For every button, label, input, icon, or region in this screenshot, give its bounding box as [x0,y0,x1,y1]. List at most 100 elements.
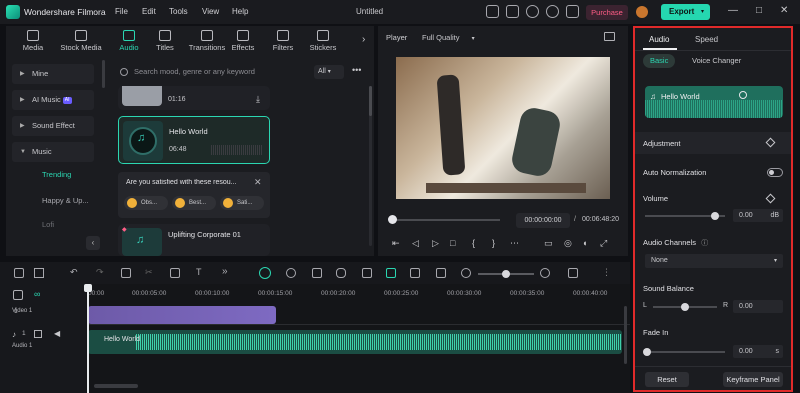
tab-titles[interactable]: Titles [142,26,188,58]
menu-grip-icon[interactable]: ⋮ [602,267,611,278]
monitor-icon[interactable]: ▭ [544,238,553,249]
sidebar-item-mine[interactable]: ▶ Mine [12,64,94,84]
tab-speed[interactable]: Speed [695,35,718,44]
menu-edit[interactable]: Edit [142,7,156,16]
volume-slider-knob[interactable] [711,212,719,220]
pip-icon[interactable] [410,268,420,278]
collapse-sidebar-button[interactable]: ‹ [86,236,100,250]
timeline-layout-icon[interactable] [568,268,578,278]
survey-option[interactable]: Best... [172,196,216,210]
keyframe-panel-button[interactable]: Keyframe Panel [723,372,783,387]
sound-balance-input[interactable]: 0.00 [733,300,783,313]
audio-clip[interactable]: Hello World [88,330,622,354]
play-prev-frame-icon[interactable]: ◁ [412,238,419,249]
minimize-icon[interactable]: — [728,5,738,16]
headset-icon[interactable] [546,5,559,18]
seek-bar[interactable] [390,219,500,221]
chevron-right-icon[interactable]: › [362,34,365,45]
sidebar-item-lofi[interactable]: Lofi [42,220,54,229]
folder-icon[interactable] [34,330,42,338]
maximize-icon[interactable]: □ [756,5,762,16]
menu-view[interactable]: View [202,7,219,16]
video-clip[interactable] [88,306,276,324]
tab-stickers[interactable]: Stickers [300,26,346,58]
cloud-icon[interactable] [526,5,539,18]
survey-option[interactable]: Obs... [124,196,168,210]
mark-in-icon[interactable]: { [472,238,475,248]
filter-select[interactable]: All ▾ [314,65,344,79]
library-scrollbar-thumb[interactable] [369,86,372,116]
sidebar-item-music[interactable]: ▼ Music [12,142,94,162]
sound-balance-knob[interactable] [681,303,689,311]
adjustment-section[interactable]: Adjustment [635,132,791,154]
tab-audio[interactable]: Audio [649,35,669,44]
menu-file[interactable]: File [115,7,128,16]
info-icon[interactable]: ⓘ [701,240,708,247]
menu-tools[interactable]: Tools [169,7,188,16]
more-options-icon[interactable]: ⋯ [510,238,519,249]
layout-icon[interactable] [486,5,499,18]
sidebar-item-trending[interactable]: Trending [42,170,71,179]
auto-ripple-icon[interactable] [259,267,271,279]
close-icon[interactable]: ✕ [780,5,788,16]
auto-normalization-toggle[interactable] [767,168,783,177]
audio-channels-select[interactable]: None ▾ [645,254,783,268]
export-button[interactable]: Export ▾ [661,4,710,20]
audio-mixer-icon[interactable] [362,268,372,278]
volume-input[interactable]: 0.00 dB [733,209,783,222]
list-item[interactable]: ♫ Hello World 06:48 [118,116,270,164]
timeline-scrollbar[interactable] [94,384,138,388]
zoom-out-icon[interactable] [461,268,471,278]
keyframe-diamond-icon[interactable] [765,137,776,148]
keyframe-icon[interactable] [436,268,446,278]
avatar[interactable] [636,6,648,18]
redo-icon[interactable]: ↷ [96,267,104,278]
fade-in-input[interactable]: 0.00 s [733,345,783,358]
snapshot-compare-icon[interactable] [604,32,615,41]
current-timecode[interactable]: 00:00:00:00 [516,213,570,228]
keyframe-diamond-icon[interactable] [765,193,776,204]
list-item[interactable]: 01:16 ⤓ [118,86,270,110]
tab-stock-media[interactable]: Stock Media [56,26,106,58]
waveform-knob[interactable] [739,91,747,99]
snap-icon[interactable] [386,268,396,278]
menu-help[interactable]: Help [232,7,248,16]
delete-icon[interactable] [121,268,131,278]
marker-icon[interactable] [312,268,322,278]
reset-button[interactable]: Reset [645,372,689,387]
download-icon[interactable] [566,5,579,18]
scissors-icon[interactable]: ✂ [145,267,153,278]
step-back-icon[interactable]: ⇤ [392,238,400,249]
undo-icon[interactable]: ↶ [70,267,78,278]
sidebar-item-happy[interactable]: Happy & Up... [42,196,89,205]
sidebar-item-ai-music[interactable]: ▶ AI Music AI [12,90,94,110]
fullscreen-icon[interactable]: ⤢ [600,238,607,249]
volume-icon[interactable]: ◖ [582,238,587,248]
sidebar-scrollbar[interactable] [102,60,105,88]
purchase-button[interactable]: Purchase [586,5,628,20]
download-icon[interactable]: ⤓ [256,94,260,105]
stop-icon[interactable]: □ [450,238,455,248]
timeline-vertical-scrollbar[interactable] [624,306,627,364]
more-options-icon[interactable]: ••• [352,65,361,75]
more-tools-icon[interactable]: » [222,266,228,277]
tab-media[interactable]: Media [10,26,56,58]
close-icon[interactable]: ✕ [254,177,262,188]
microphone-icon[interactable] [336,268,346,278]
sidebar-item-sound-effect[interactable]: ▶ Sound Effect [12,116,94,136]
zoom-in-icon[interactable] [540,268,550,278]
search-input[interactable]: Search mood, genre or any keyword [116,64,312,80]
link-icon[interactable]: ∞ [34,289,40,299]
render-icon[interactable] [286,268,296,278]
camera-icon[interactable]: ◎ [564,238,572,249]
fade-in-knob[interactable] [643,348,651,356]
grid-layout-icon[interactable] [14,268,24,278]
play-icon[interactable]: ▷ [432,238,439,249]
playhead[interactable] [87,284,89,393]
list-item[interactable]: ♫ ◆ Uplifting Corporate 01 [118,224,270,256]
subtab-basic[interactable]: Basic [643,54,676,68]
subtab-voice-changer[interactable]: Voice Changer [685,54,748,68]
add-track-icon[interactable] [13,290,23,300]
select-tool-icon[interactable] [34,268,44,278]
quality-select[interactable]: Full Quality ▾ [422,33,475,42]
